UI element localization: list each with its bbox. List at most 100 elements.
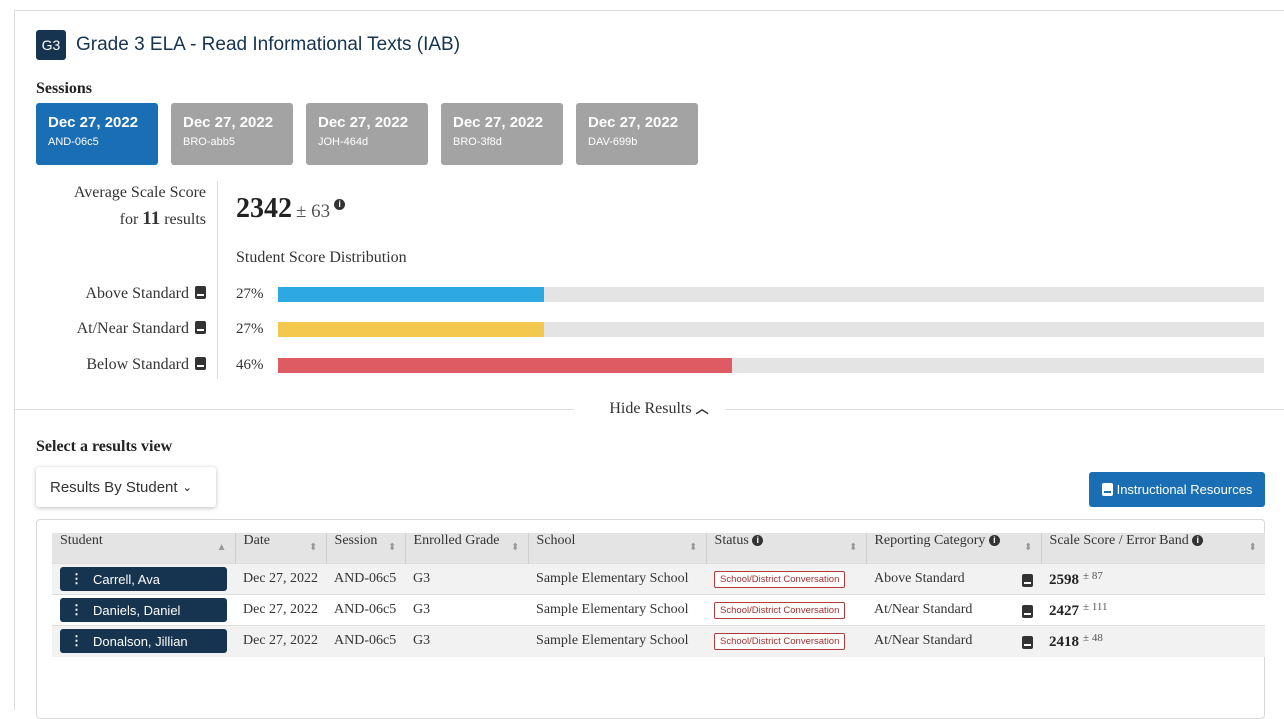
grade-badge: G3 bbox=[36, 30, 66, 60]
session-tab-bro-3f8d[interactable]: Dec 27, 2022 BRO-3f8d bbox=[441, 103, 563, 165]
column-label: Date bbox=[243, 533, 270, 548]
score-cell: 2598 ± 87 bbox=[1041, 563, 1265, 595]
sort-icon: ⬍ bbox=[849, 542, 858, 553]
results-view-selected: Results By Student bbox=[50, 478, 178, 496]
distribution-bar-track bbox=[278, 358, 1264, 373]
session-tab-dav-699b[interactable]: Dec 27, 2022 DAV-699b bbox=[576, 103, 698, 165]
kebab-menu-icon: ⋮ bbox=[70, 602, 83, 617]
divider-line bbox=[14, 409, 574, 410]
column-header-school[interactable]: School ⬍ bbox=[528, 533, 707, 564]
average-score: 2342 ± 63 i bbox=[236, 193, 346, 225]
book-icon[interactable] bbox=[1022, 574, 1034, 587]
results-view-dropdown[interactable]: Results By Student ⌄ bbox=[36, 467, 216, 507]
book-icon[interactable] bbox=[195, 321, 206, 334]
sort-asc-icon: ▲ bbox=[216, 542, 227, 553]
distribution-bar-track bbox=[278, 287, 1264, 302]
category-cell: At/Near Standard bbox=[866, 625, 1042, 657]
column-header-scale-score[interactable]: Scale Score / Error Band i ⬍ bbox=[1041, 533, 1265, 564]
student-button[interactable]: ⋮ Carrell, Ava bbox=[60, 567, 227, 591]
column-header-session[interactable]: Session ⬍ bbox=[326, 533, 406, 564]
school-cell: Sample Elementary School bbox=[528, 594, 707, 626]
book-icon[interactable] bbox=[1022, 605, 1034, 618]
sort-icon: ⬍ bbox=[309, 542, 318, 553]
session-date: Dec 27, 2022 bbox=[453, 114, 544, 131]
column-label: Enrolled Grade bbox=[413, 533, 500, 548]
info-icon[interactable]: i bbox=[1192, 535, 1204, 546]
sort-icon: ⬍ bbox=[1024, 542, 1033, 553]
sort-icon: ⬍ bbox=[388, 542, 397, 553]
hide-results-toggle[interactable]: Hide Results ︿ bbox=[594, 398, 724, 418]
category-label-above: Above Standard bbox=[36, 284, 206, 304]
error-band: ± 48 bbox=[1083, 631, 1103, 644]
chevron-down-icon: ⌄ bbox=[182, 480, 192, 494]
column-label: School bbox=[536, 533, 576, 548]
results-table: Student ▲ Date ⬍ Session ⬍ Enrolled Grade ⬍ … bbox=[52, 533, 1265, 657]
score-cell: 2418 ± 48 bbox=[1041, 625, 1265, 657]
distribution-bar-at-near bbox=[278, 322, 545, 337]
date-cell: Dec 27, 2022 bbox=[235, 563, 327, 595]
column-header-status[interactable]: Status i ⬍ bbox=[706, 533, 867, 564]
sessions-label: Sessions bbox=[36, 80, 93, 97]
book-icon[interactable] bbox=[195, 286, 206, 299]
book-icon[interactable] bbox=[195, 357, 206, 370]
divider-line bbox=[726, 409, 1284, 410]
scale-score: 2427 bbox=[1049, 602, 1080, 619]
session-code: BRO-3f8d bbox=[453, 136, 502, 148]
category-label-below: Below Standard bbox=[36, 355, 206, 375]
book-icon bbox=[1101, 483, 1113, 496]
category-percent: 27% bbox=[236, 321, 264, 337]
info-icon[interactable]: i bbox=[752, 535, 764, 546]
session-code: AND-06c5 bbox=[48, 136, 99, 148]
error-band: ± 87 bbox=[1083, 569, 1103, 582]
column-label: Session bbox=[334, 533, 378, 548]
status-cell: School/District Conversation bbox=[706, 563, 867, 595]
date-cell: Dec 27, 2022 bbox=[235, 625, 327, 657]
assessment-header: G3 Grade 3 ELA - Read Informational Text… bbox=[36, 30, 460, 60]
student-name: Carrell, Ava bbox=[93, 571, 160, 587]
student-button[interactable]: ⋮ Daniels, Daniel bbox=[60, 598, 227, 622]
session-cell: AND-06c5 bbox=[326, 594, 406, 626]
info-icon[interactable]: i bbox=[988, 535, 1000, 546]
grade-cell: G3 bbox=[405, 625, 529, 657]
session-tab-and-06c5[interactable]: Dec 27, 2022 AND-06c5 bbox=[36, 103, 158, 165]
category-label: At/Near Standard bbox=[76, 320, 189, 337]
instructional-resources-button[interactable]: Instructional Resources bbox=[1089, 472, 1265, 507]
kebab-menu-icon: ⋮ bbox=[70, 633, 83, 649]
session-tab-bro-abb5[interactable]: Dec 27, 2022 BRO-abb5 bbox=[171, 103, 293, 165]
distribution-bar-above bbox=[278, 287, 545, 302]
status-badge: School/District Conversation bbox=[714, 570, 846, 588]
column-header-reporting-category[interactable]: Reporting Category i ⬍ bbox=[866, 533, 1042, 564]
score-value: 2342 bbox=[236, 193, 292, 224]
session-tab-joh-464d[interactable]: Dec 27, 2022 JOH-464d bbox=[306, 103, 428, 165]
scale-score: 2418 bbox=[1049, 633, 1080, 650]
status-badge: School/District Conversation bbox=[714, 601, 846, 619]
column-header-enrolled-grade[interactable]: Enrolled Grade ⬍ bbox=[405, 533, 529, 564]
table-header-row: Student ▲ Date ⬍ Session ⬍ Enrolled Grade ⬍ … bbox=[52, 533, 1265, 564]
student-button[interactable]: ⋮ Donalson, Jillian bbox=[60, 629, 227, 654]
session-code: BRO-abb5 bbox=[183, 136, 235, 148]
grade-cell: G3 bbox=[405, 563, 529, 595]
session-date: Dec 27, 2022 bbox=[48, 114, 139, 131]
category-text: At/Near Standard bbox=[874, 633, 973, 649]
column-label: Status bbox=[714, 533, 749, 548]
session-tabs: Dec 27, 2022 AND-06c5 Dec 27, 2022 BRO-a… bbox=[36, 103, 711, 165]
session-cell: AND-06c5 bbox=[326, 563, 406, 595]
category-percent: 46% bbox=[236, 357, 264, 373]
status-cell: School/District Conversation bbox=[706, 594, 867, 626]
sort-icon: ⬍ bbox=[1248, 542, 1257, 553]
session-date: Dec 27, 2022 bbox=[588, 114, 679, 131]
info-icon[interactable]: i bbox=[334, 199, 346, 210]
column-header-date[interactable]: Date ⬍ bbox=[235, 533, 327, 564]
hide-results-label: Hide Results bbox=[609, 400, 692, 417]
session-code: DAV-699b bbox=[588, 136, 638, 148]
category-label: Below Standard bbox=[86, 356, 189, 373]
avg-label-results: results bbox=[164, 211, 206, 228]
error-band: ± 111 bbox=[1083, 600, 1108, 613]
date-cell: Dec 27, 2022 bbox=[235, 594, 327, 626]
score-cell: 2427 ± 111 bbox=[1041, 594, 1265, 626]
book-icon[interactable] bbox=[1022, 636, 1034, 649]
column-header-student[interactable]: Student ▲ bbox=[52, 533, 236, 564]
average-score-label: Average Scale Score for 11 results bbox=[36, 180, 206, 233]
school-cell: Sample Elementary School bbox=[528, 563, 707, 595]
column-label: Student bbox=[60, 533, 103, 548]
